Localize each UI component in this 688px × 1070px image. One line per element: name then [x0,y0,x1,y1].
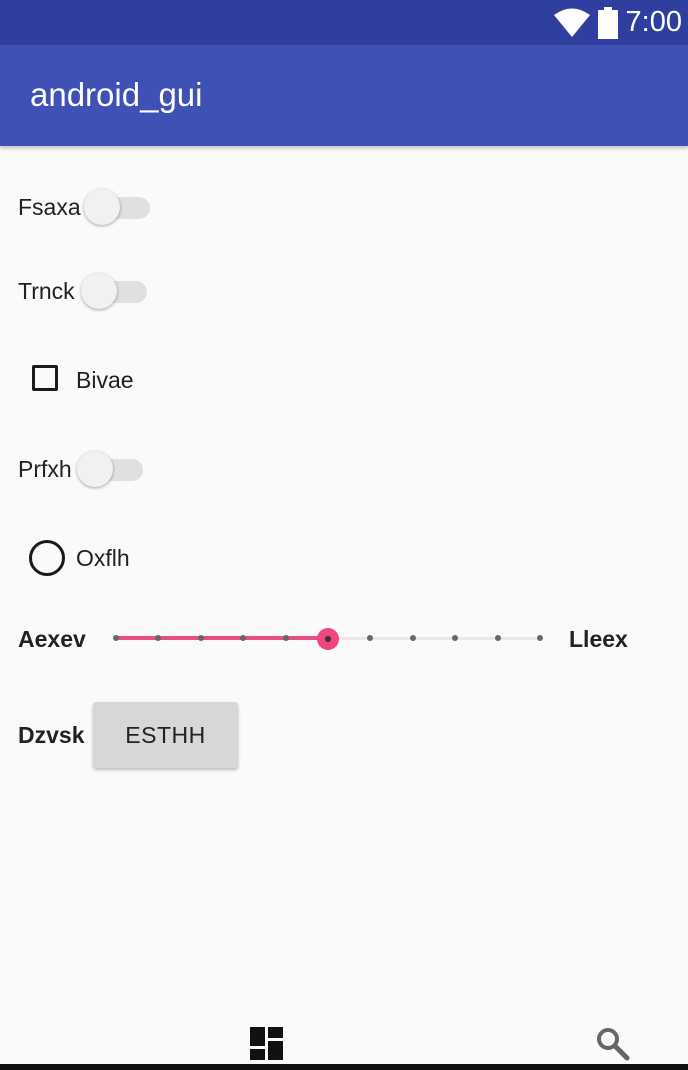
slider-tick [197,635,204,641]
battery-icon [597,6,618,39]
switch-prfxh[interactable] [77,449,147,489]
slider-tick [494,635,501,641]
slider-tick [240,635,247,641]
switch-thumb [81,273,117,309]
slider-fill [116,636,328,640]
slider-tick [409,635,416,641]
radio-oxflh[interactable] [29,540,65,576]
bottom-edge [0,1064,688,1070]
search-icon[interactable] [596,1027,630,1061]
slider-tick [537,635,543,641]
app-bar: android_gui [0,45,688,146]
slider-right-label: Lleex [569,626,628,652]
slider-tick [452,635,459,641]
switch-trnck-label: Trnck [18,278,75,304]
switch-thumb [77,451,113,487]
button-row-label: Dzvsk [18,722,85,748]
switch-fsaxa[interactable] [84,187,154,227]
app-title: android_gui [30,76,203,113]
switch-prfxh-label: Prfxh [18,456,72,482]
slider-tick [155,635,162,641]
slider-tick [367,635,374,641]
slider-aexev[interactable] [113,624,543,654]
status-bar: 7:00 [0,0,688,45]
checkbox-bivae-label[interactable]: Bivae [76,366,134,394]
dashboard-icon[interactable] [250,1027,283,1060]
switch-fsaxa-label: Fsaxa [18,194,81,220]
radio-oxflh-label[interactable]: Oxflh [76,544,130,572]
slider-left-label: Aexev [18,626,86,652]
slider-tick [282,635,289,641]
wifi-icon [553,8,590,37]
switch-thumb [84,189,120,225]
switch-trnck[interactable] [81,271,151,311]
status-time: 7:00 [625,6,682,38]
slider-thumb[interactable] [317,628,339,650]
checkbox-bivae[interactable] [32,365,58,391]
esthh-button[interactable]: ESTHH [93,702,238,768]
slider-tick [113,635,119,641]
status-icons: 7:00 [553,4,682,41]
